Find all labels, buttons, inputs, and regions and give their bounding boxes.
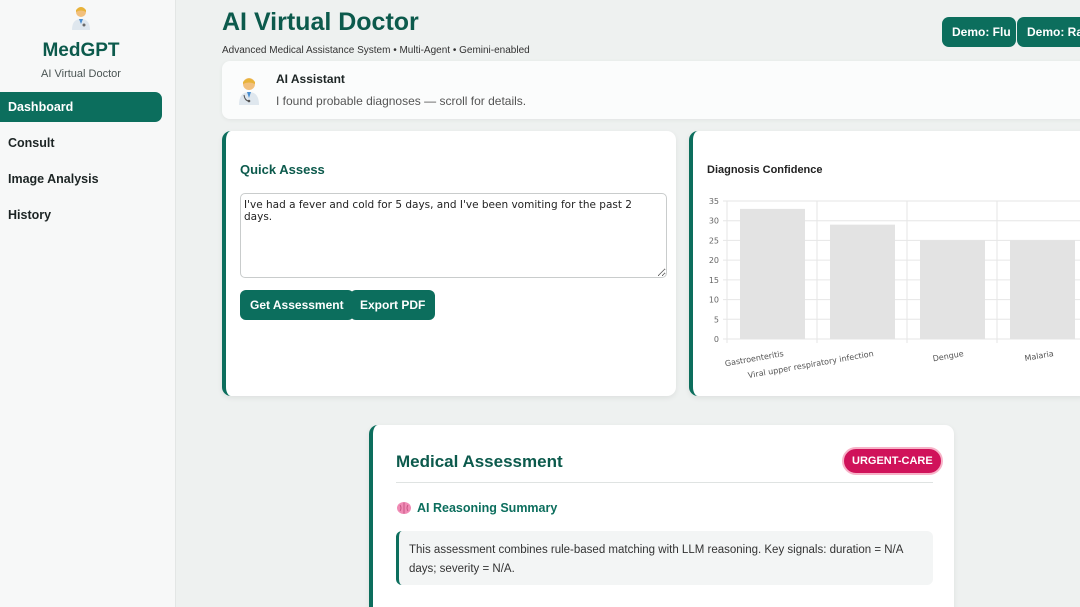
- demo-rash-button[interactable]: Demo: Ras: [1017, 17, 1080, 47]
- y-tick-label: 35: [709, 197, 719, 206]
- chart-title: Diagnosis Confidence: [707, 164, 823, 176]
- x-tick-label: Dengue: [932, 349, 964, 363]
- y-tick-label: 30: [709, 217, 719, 226]
- doctor-emoji-icon: [239, 78, 259, 105]
- assistant-message: I found probable diagnoses — scroll for …: [276, 94, 527, 108]
- get-assessment-button[interactable]: Get Assessment: [240, 290, 354, 320]
- divider: [396, 482, 933, 483]
- brand-name: MedGPT: [42, 40, 120, 61]
- medical-assessment-card: Medical Assessment URGENT-CARE AI Reason…: [369, 425, 954, 607]
- sidebar-item-consult[interactable]: Consult: [0, 128, 162, 158]
- quick-assess-card: Quick Assess I've had a fever and cold f…: [222, 131, 676, 396]
- assistant-notice: AI Assistant I found probable diagnoses …: [222, 61, 1080, 119]
- chart-bar: [740, 208, 805, 339]
- brain-icon: [397, 502, 411, 514]
- export-pdf-button[interactable]: Export PDF: [350, 290, 436, 320]
- x-tick-label: Malaria: [1024, 349, 1055, 363]
- y-tick-label: 5: [714, 315, 719, 324]
- doctor-emoji-icon: [72, 7, 90, 30]
- brand-subtitle: AI Virtual Doctor: [41, 68, 121, 80]
- chart-bar: [920, 240, 985, 339]
- y-tick-label: 15: [709, 276, 719, 285]
- page-subtitle: Advanced Medical Assistance System • Mul…: [222, 45, 530, 56]
- diagnosis-chart-card: Diagnosis Confidence 0 5 10 15 20 25 30 35 Gastr…: [689, 131, 1080, 396]
- sidebar: MedGPT AI Virtual Doctor Dashboard Consu…: [0, 0, 176, 607]
- sidebar-item-image-analysis[interactable]: Image Analysis: [0, 164, 162, 194]
- diagnosis-confidence-chart: 05101520253035GastroenteritisViral upper…: [709, 197, 1080, 380]
- symptoms-input[interactable]: I've had a fever and cold for 5 days, an…: [240, 193, 667, 278]
- y-tick-label: 25: [709, 236, 719, 245]
- chart-bar: [830, 224, 895, 339]
- demo-flu-button[interactable]: Demo: Flu: [942, 17, 1016, 47]
- quick-assess-title: Quick Assess: [240, 162, 325, 177]
- reasoning-summary-text: This assessment combines rule-based matc…: [396, 531, 933, 585]
- reasoning-summary-title: AI Reasoning Summary: [417, 501, 558, 515]
- medical-assessment-title: Medical Assessment: [396, 452, 563, 471]
- y-tick-label: 0: [714, 335, 719, 344]
- sidebar-item-history[interactable]: History: [0, 200, 162, 230]
- page-title: AI Virtual Doctor: [222, 8, 419, 36]
- y-tick-label: 20: [709, 256, 719, 265]
- chart-bar: [1010, 240, 1075, 339]
- y-tick-label: 10: [709, 296, 719, 305]
- urgency-badge: URGENT-CARE: [842, 447, 943, 475]
- sidebar-item-dashboard[interactable]: Dashboard: [0, 92, 162, 122]
- assistant-name: AI Assistant: [276, 72, 345, 86]
